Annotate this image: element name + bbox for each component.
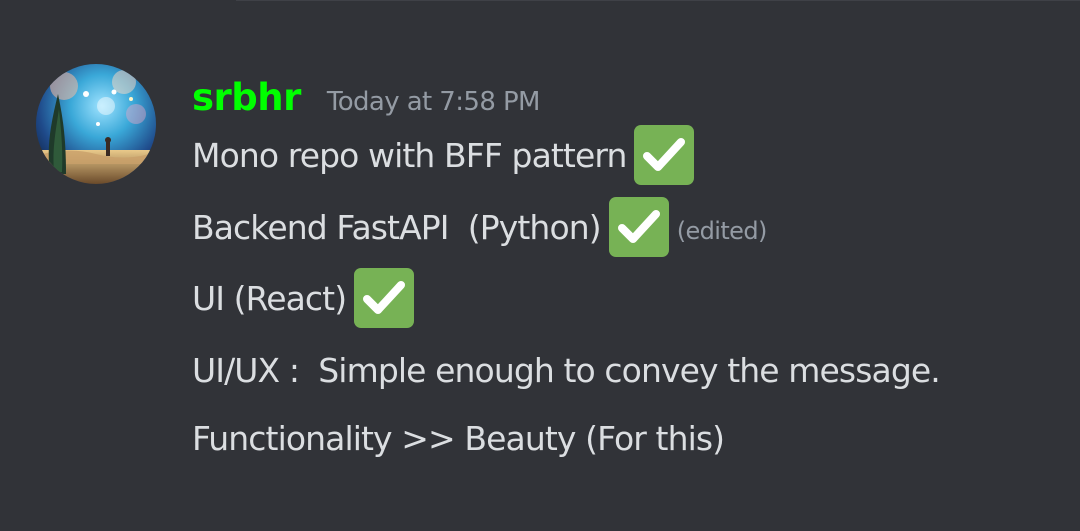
white-check-mark-icon[interactable] <box>608 197 669 257</box>
message-header: srbhr Today at 7:58 PM <box>192 72 540 124</box>
avatar[interactable] <box>36 64 156 184</box>
message-line-text: UI/UX : Simple enough to convey the mess… <box>192 350 941 390</box>
message-line-text: Mono repo with BFF pattern <box>192 135 627 175</box>
message-line-text: UI (React) <box>192 278 347 318</box>
message-line: Mono repo with BFF pattern <box>192 125 695 185</box>
starry-night-avatar-icon <box>36 64 156 184</box>
username[interactable]: srbhr <box>192 72 301 124</box>
white-check-mark-icon[interactable] <box>634 125 695 185</box>
edited-label: (edited) <box>676 217 768 245</box>
message-line: UI (React) <box>192 268 415 328</box>
white-check-mark-icon[interactable] <box>354 268 415 328</box>
message-line: UI/UX : Simple enough to convey the mess… <box>192 340 941 400</box>
message-line: Functionality >> Beauty (For this) <box>192 408 725 468</box>
timestamp[interactable]: Today at 7:58 PM <box>327 87 541 117</box>
message-line-text: Functionality >> Beauty (For this) <box>192 418 725 458</box>
message-line: Backend FastAPI (Python) (edited) <box>192 197 767 257</box>
chat-message: srbhr Today at 7:58 PM Mono repo with BF… <box>0 0 1080 531</box>
message-line-text: Backend FastAPI (Python) <box>192 207 602 247</box>
